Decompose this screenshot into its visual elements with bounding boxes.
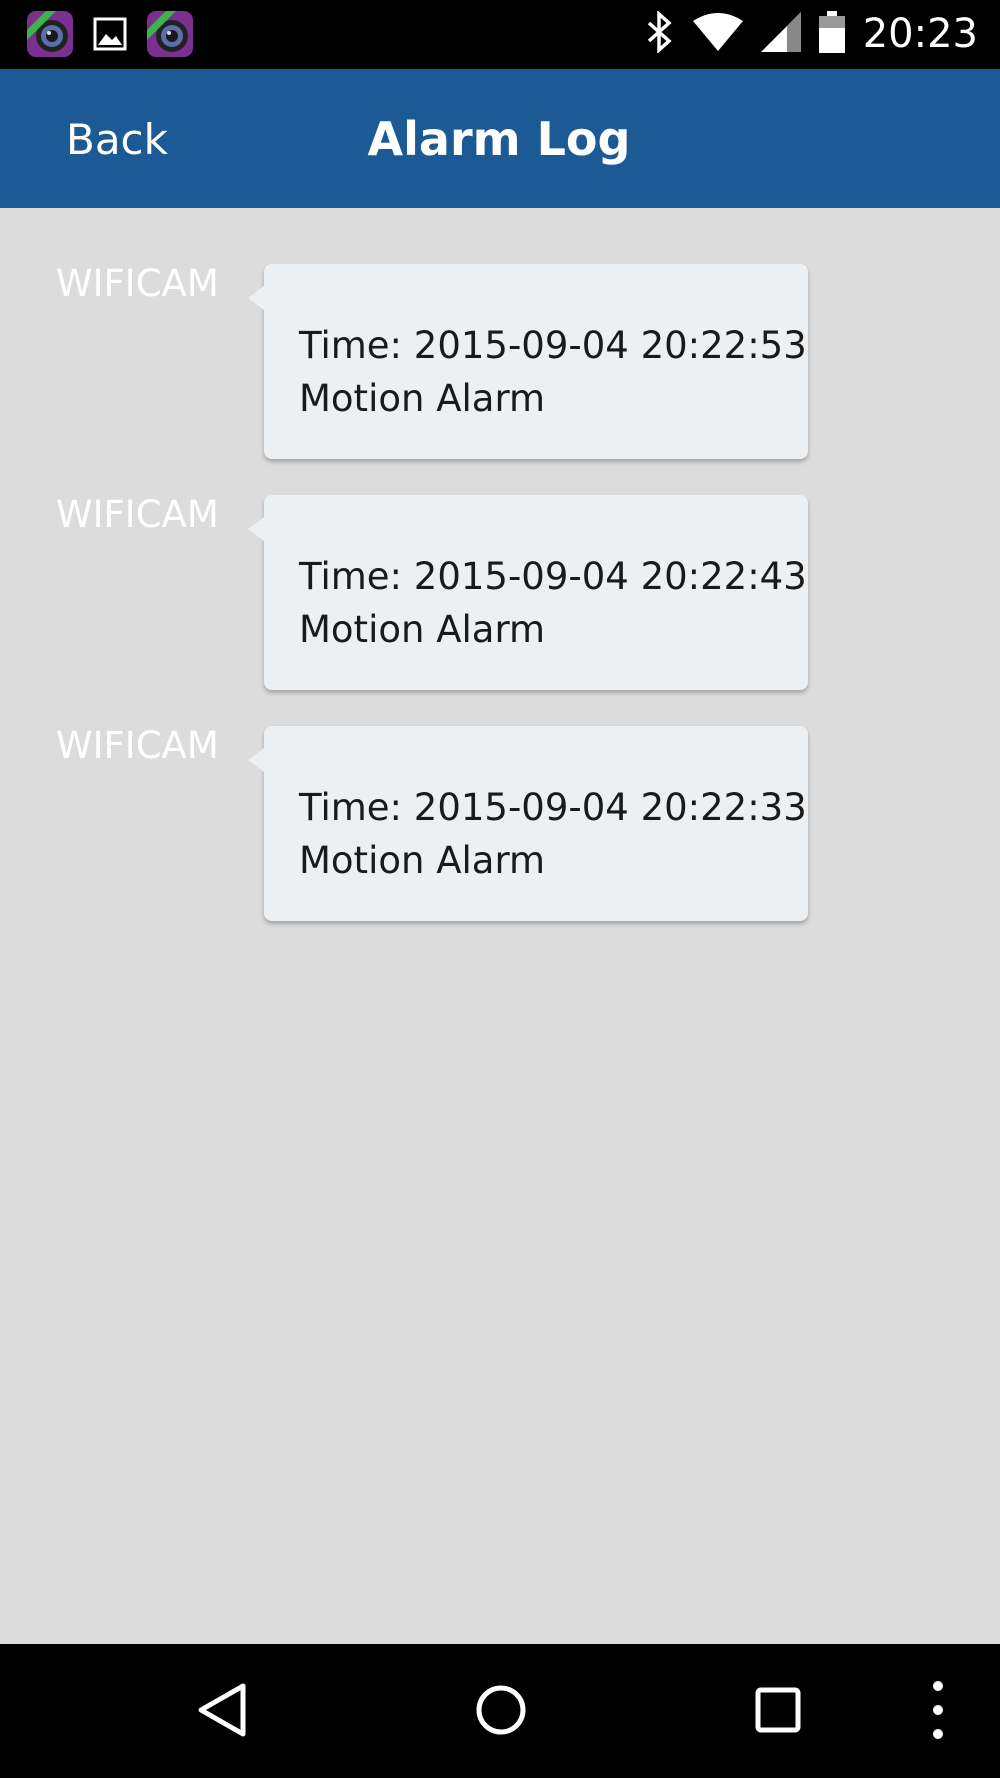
alarm-time-value: 2015-09-04 20:22:33 xyxy=(413,786,807,829)
notification-icons xyxy=(26,10,194,63)
back-triangle-icon xyxy=(196,1683,248,1744)
alarm-sender: WIFICAM xyxy=(56,493,219,536)
bluetooth-icon xyxy=(645,9,675,58)
alarm-type: Motion Alarm xyxy=(299,608,546,651)
page-title-text: Alarm Log xyxy=(367,112,631,166)
home-circle-icon xyxy=(474,1685,528,1744)
overflow-menu-icon xyxy=(930,1681,946,1744)
page-title: Alarm Log xyxy=(0,112,1000,166)
alarm-time-label: Time: xyxy=(299,324,403,367)
alarm-entry: WIFICAM Time: 2015-09-04 20:22:43 Motion… xyxy=(0,493,1000,695)
recents-square-icon xyxy=(754,1687,802,1744)
navigation-bar xyxy=(0,1644,1000,1778)
wifi-icon xyxy=(692,12,743,56)
alarm-sender: WIFICAM xyxy=(56,262,219,305)
alarm-sender: WIFICAM xyxy=(56,724,219,767)
nav-recents-button[interactable] xyxy=(754,1680,802,1745)
alarm-time: Time: 2015-09-04 20:22:33 xyxy=(299,786,807,829)
alarm-type: Motion Alarm xyxy=(299,839,546,882)
alarm-time-value: 2015-09-04 20:22:53 xyxy=(413,324,807,367)
alarm-type: Motion Alarm xyxy=(299,377,546,420)
ipcam-app-icon xyxy=(26,10,74,63)
nav-overflow-button[interactable] xyxy=(930,1680,946,1745)
nav-home-button[interactable] xyxy=(474,1680,528,1745)
alarm-time-label: Time: xyxy=(299,786,403,829)
alarm-time-value: 2015-09-04 20:22:43 xyxy=(413,555,807,598)
alarm-entry: WIFICAM Time: 2015-09-04 20:22:33 Motion… xyxy=(0,724,1000,926)
alarm-bubble[interactable]: Time: 2015-09-04 20:22:43 Motion Alarm xyxy=(248,495,808,690)
alarm-time-label: Time: xyxy=(299,555,403,598)
status-bar: 20:23 xyxy=(0,0,1000,69)
alarm-entry: WIFICAM Time: 2015-09-04 20:22:53 Motion… xyxy=(0,262,1000,464)
signal-icon xyxy=(760,11,801,57)
status-clock: 20:23 xyxy=(862,11,978,57)
battery-icon xyxy=(818,10,845,58)
alarm-bubble[interactable]: Time: 2015-09-04 20:22:33 Motion Alarm xyxy=(248,726,808,921)
system-icons: 20:23 xyxy=(645,8,978,60)
ipcam-app-icon xyxy=(146,10,194,63)
image-icon xyxy=(92,16,128,57)
alarm-time: Time: 2015-09-04 20:22:43 xyxy=(299,555,807,598)
app-bar: Back Alarm Log xyxy=(0,69,1000,208)
alarm-time: Time: 2015-09-04 20:22:53 xyxy=(299,324,807,367)
alarm-bubble[interactable]: Time: 2015-09-04 20:22:53 Motion Alarm xyxy=(248,264,808,459)
nav-back-button[interactable] xyxy=(196,1680,248,1745)
